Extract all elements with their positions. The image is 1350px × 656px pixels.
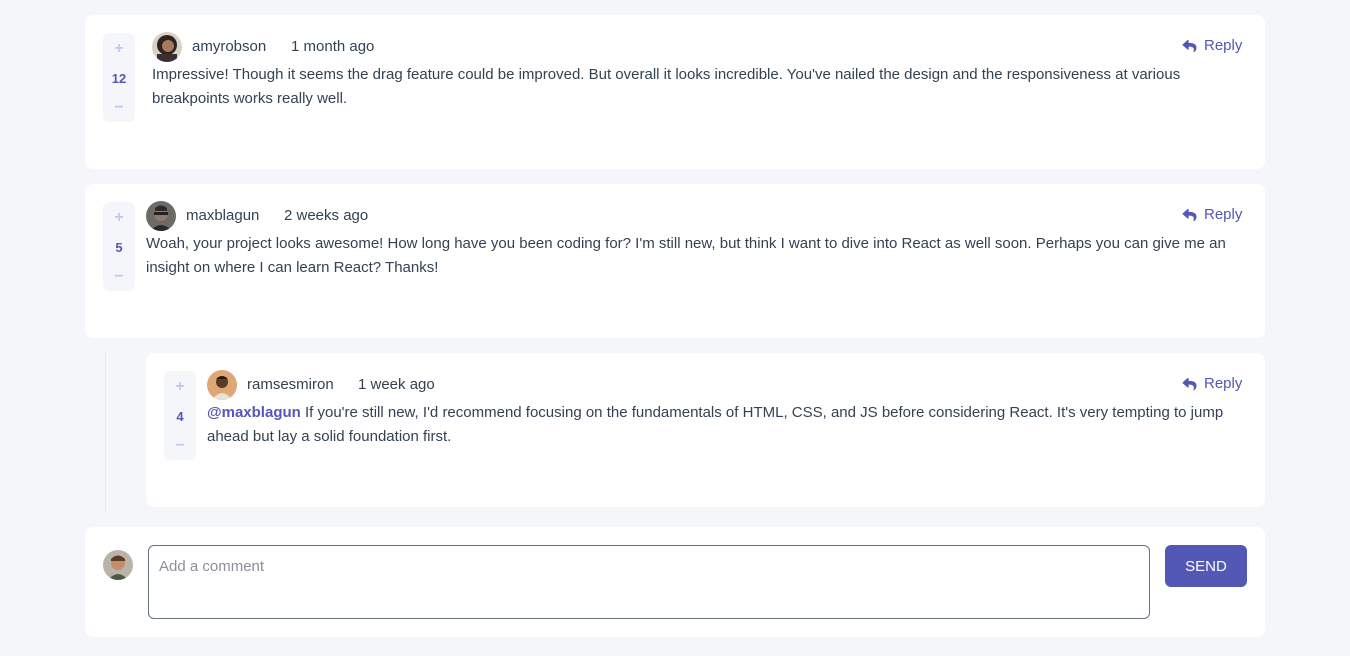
comment-username[interactable]: amyrobson — [192, 38, 266, 56]
comment-input[interactable] — [148, 545, 1150, 619]
send-button[interactable]: SEND — [1165, 545, 1247, 587]
comment-timestamp: 1 week ago — [358, 376, 435, 393]
reply-label: Reply — [1204, 37, 1243, 54]
reply-icon — [1182, 39, 1197, 52]
comment-username[interactable]: ramsesmiron — [247, 376, 334, 394]
comment-text: Impressive! Though it seems the drag fea… — [152, 66, 1181, 107]
current-user-avatar — [103, 550, 133, 580]
comment-username[interactable]: maxblagun — [186, 207, 259, 225]
comment-body: If you're still new, I'd recommend focus… — [207, 404, 1224, 445]
comment-text: @maxblagun If you're still new, I'd reco… — [207, 401, 1252, 449]
vote-control: + 5 − — [103, 202, 135, 291]
comment-timestamp: 1 month ago — [291, 38, 375, 55]
downvote-button[interactable]: − — [103, 267, 135, 287]
downvote-button[interactable]: − — [103, 98, 135, 118]
avatar — [152, 32, 182, 62]
reply-thread-line — [105, 352, 106, 512]
vote-score: 5 — [115, 239, 123, 255]
vote-score: 12 — [111, 70, 127, 86]
avatar — [207, 370, 237, 400]
upvote-button[interactable]: + — [103, 208, 135, 228]
comment-timestamp: 2 weeks ago — [284, 207, 369, 224]
mention-link[interactable]: @maxblagun — [207, 404, 301, 421]
vote-score: 4 — [176, 408, 184, 424]
reply-icon — [1182, 377, 1197, 390]
reply-card: + 4 − ramsesmiron 1 week ago Reply @maxb… — [146, 353, 1265, 507]
reply-icon — [1182, 208, 1197, 221]
comment-text: Woah, your project looks awesome! How lo… — [146, 235, 1226, 276]
vote-control: + 4 − — [164, 371, 196, 460]
upvote-button[interactable]: + — [103, 39, 135, 59]
upvote-button[interactable]: + — [164, 377, 196, 397]
reply-button[interactable]: Reply — [1182, 375, 1242, 393]
avatar — [146, 201, 176, 231]
vote-control: + 12 − — [103, 33, 135, 122]
comment-card: + 12 − amyrobson 1 month ago Reply Impre… — [85, 15, 1265, 169]
reply-button[interactable]: Reply — [1182, 206, 1242, 224]
reply-label: Reply — [1204, 206, 1243, 223]
reply-button[interactable]: Reply — [1182, 37, 1242, 55]
reply-label: Reply — [1204, 375, 1243, 392]
comment-card: + 5 − maxblagun 2 weeks ago Reply Woah, … — [85, 184, 1265, 338]
downvote-button[interactable]: − — [164, 436, 196, 456]
